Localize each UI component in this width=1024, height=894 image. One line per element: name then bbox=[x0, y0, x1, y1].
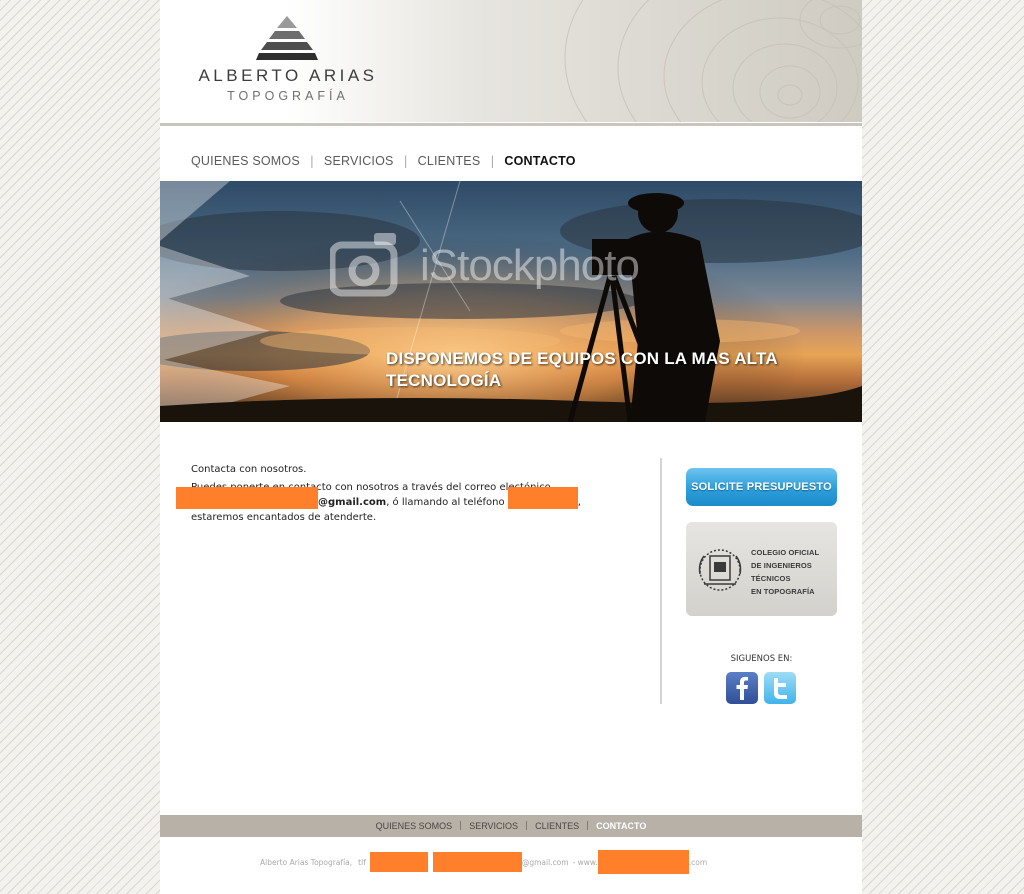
college-line2: DE INGENIEROS bbox=[751, 561, 812, 570]
footer-web-prefix: - www. bbox=[572, 857, 598, 867]
nav-separator: | bbox=[403, 154, 408, 168]
twitter-icon bbox=[774, 678, 787, 699]
nav-separator: | bbox=[309, 154, 314, 168]
college-name: COLEGIO OFICIAL DE INGENIEROS TÉCNICOS E… bbox=[751, 546, 835, 598]
stock-watermark: iStockphoto bbox=[330, 231, 640, 301]
facebook-link[interactable] bbox=[726, 672, 758, 704]
footer-redacted-phone bbox=[369, 852, 428, 872]
request-quote-button[interactable]: SOLICITE PRESUPUESTO bbox=[686, 468, 837, 506]
contact-text-part2: , ó llamando al teléfono bbox=[386, 497, 505, 508]
contact-content: Contacta con nosotros. Puedes ponerte en… bbox=[176, 462, 621, 528]
contact-paragraph: Puedes ponerte en contacto con nosotros … bbox=[176, 480, 621, 525]
header-divider bbox=[160, 123, 862, 126]
content-divider bbox=[660, 458, 662, 704]
footer-nav-clientes[interactable]: CLIENTES bbox=[535, 821, 579, 831]
site-header: ALBERTO ARIAS TOPOGRAFÍA bbox=[160, 0, 862, 122]
hero-headline-line1: DISPONEMOS DE EQUIPOS CON LA MAS ALTA bbox=[386, 349, 778, 368]
page-container: ALBERTO ARIAS TOPOGRAFÍA QUIENES SOMOS |… bbox=[160, 0, 862, 894]
college-seal-icon bbox=[698, 549, 742, 591]
brand-subtitle: TOPOGRAFÍA bbox=[227, 89, 349, 103]
footer-phone-label: tlf bbox=[358, 857, 366, 867]
nav-item-contacto[interactable]: CONTACTO bbox=[504, 154, 575, 168]
contact-text-part3: , bbox=[577, 497, 581, 508]
footer-nav-quienes-somos[interactable]: QUIENES SOMOS bbox=[376, 821, 453, 831]
contact-text-part4: estaremos encantados de atenderte. bbox=[191, 512, 377, 523]
nav-separator: | bbox=[490, 154, 495, 168]
follow-us-label: SIGUENOS EN: bbox=[730, 654, 793, 664]
footer-separator: | bbox=[586, 821, 590, 831]
footer-redacted-email bbox=[432, 852, 522, 872]
footer-nav-servicios[interactable]: SERVICIOS bbox=[469, 821, 518, 831]
twitter-link[interactable] bbox=[764, 672, 796, 704]
college-badge[interactable]: COLEGIO OFICIAL DE INGENIEROS TÉCNICOS E… bbox=[686, 522, 837, 616]
redacted-email-user bbox=[176, 487, 318, 509]
camera-watermark-icon bbox=[330, 233, 398, 297]
college-line4: EN TOPOGRAFÍA bbox=[751, 587, 815, 596]
footer-redacted-web bbox=[597, 850, 689, 874]
footer-contact-line: Alberto Arias Topografía, tlf @gmail.com… bbox=[260, 850, 780, 874]
footer-nav: QUIENES SOMOS | SERVICIOS | CLIENTES | C… bbox=[160, 815, 862, 837]
hero-headline-line2: TECNOLOGÍA bbox=[386, 371, 502, 390]
brand-name: ALBERTO ARIAS bbox=[198, 66, 378, 85]
redacted-phone bbox=[507, 487, 578, 509]
nav-item-quienes-somos[interactable]: QUIENES SOMOS bbox=[191, 154, 300, 168]
footer-separator: | bbox=[459, 821, 463, 831]
nav-item-servicios[interactable]: SERVICIOS bbox=[324, 154, 394, 168]
footer-web-suffix[interactable]: .com bbox=[689, 858, 707, 867]
facebook-icon bbox=[736, 676, 748, 700]
nav-item-clientes[interactable]: CLIENTES bbox=[418, 154, 481, 168]
footer-company: Alberto Arias Topografía, bbox=[260, 857, 353, 867]
footer-nav-contacto[interactable]: CONTACTO bbox=[596, 821, 646, 831]
hero-headline: DISPONEMOS DE EQUIPOS CON LA MAS ALTA TE… bbox=[386, 348, 826, 392]
footer-separator: | bbox=[525, 821, 529, 831]
pyramid-logo-icon bbox=[256, 16, 318, 60]
contact-intro: Contacta con nosotros. bbox=[191, 464, 307, 475]
main-nav: QUIENES SOMOS | SERVICIOS | CLIENTES | C… bbox=[191, 152, 576, 170]
college-line3: TÉCNICOS bbox=[751, 574, 791, 583]
hero-banner: iStockphoto DISPONEMOS DE EQUIPOS CON LA… bbox=[160, 181, 862, 422]
email-domain[interactable]: @gmail.com bbox=[318, 497, 386, 508]
college-line1: COLEGIO OFICIAL bbox=[751, 548, 820, 557]
watermark-text: iStockphoto bbox=[420, 241, 640, 290]
footer-email-domain[interactable]: @gmail.com bbox=[522, 858, 569, 867]
